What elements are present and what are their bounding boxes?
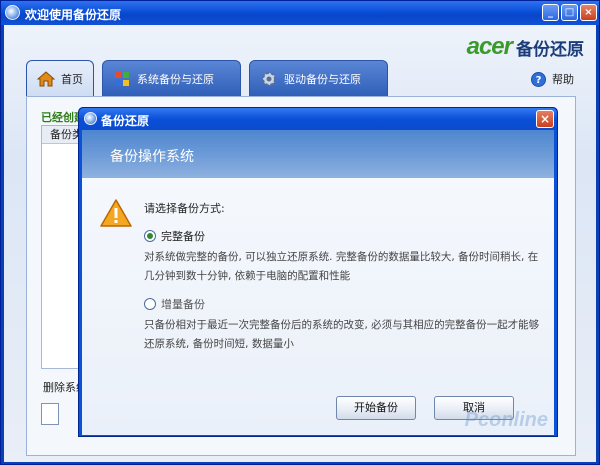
help-label: 帮助 [552,73,574,86]
option-full-backup[interactable]: 完整备份 对系统做完整的备份, 可以独立还原系统. 完整备份的数据量比较大, 备… [144,228,544,286]
dialog-close-button[interactable]: × [536,110,554,128]
tab-label: 首页 [61,72,83,86]
option-description: 对系统做完整的备份, 可以独立还原系统. 完整备份的数据量比较大, 备份时间稍长… [144,251,539,282]
help-icon: ? [531,71,546,87]
tab-label: 系统备份与还原 [137,72,214,86]
dialog-titlebar[interactable]: 备份还原 × [79,108,557,130]
dialog-header: 备份操作系统 [82,130,554,178]
option-label: 增量备份 [161,298,205,311]
dialog-heading: 备份操作系统 [110,149,194,165]
incremental-backup-radio[interactable] [144,298,156,310]
tab-home[interactable]: 首页 [26,60,94,96]
tab-bar: 首页 系统备份与还原 驱动备份与还原 [26,60,388,96]
product-name: 备份还原 [516,39,584,60]
help-link[interactable]: ? 帮助 [531,71,574,87]
backup-method-prompt: 请选择备份方式: [144,202,225,215]
acer-logo: acer [466,33,513,60]
start-backup-button[interactable]: 开始备份 [336,396,416,420]
dialog-title: 备份还原 [101,114,150,128]
dialog-app-icon [84,112,97,125]
gear-icon [260,70,278,88]
option-description: 只备份相对于最近一次完整备份后的系统的改变, 必须与其相应的完整备份一起才能够还… [144,319,540,350]
tab-label: 驱动备份与还原 [284,72,361,86]
watermark-logo: Pconline [464,409,548,431]
window-titlebar[interactable]: 欢迎使用备份还原 _ □ × [1,1,599,25]
option-label: 完整备份 [161,230,205,243]
tab-system-backup[interactable]: 系统备份与还原 [102,60,241,96]
warning-icon [100,198,132,228]
windows-icon [113,70,131,88]
window-title: 欢迎使用备份还原 [25,8,122,22]
minimize-button[interactable]: _ [542,4,559,21]
home-icon [36,70,56,88]
maximize-button[interactable]: □ [561,4,578,21]
document-icon[interactable] [41,403,59,425]
dialog-content: 请选择备份方式: 完整备份 对系统做完整的备份, 可以独立还原系统. 完整备份的… [82,178,554,435]
option-incremental-backup[interactable]: 增量备份 只备份相对于最近一次完整备份后的系统的改变, 必须与其相应的完整备份一… [144,296,544,354]
dialog-body: 备份操作系统 请选择备份方式: 完整备份 对系统做完整的备份, 可以独立还原系统… [82,130,554,435]
full-backup-radio[interactable] [144,230,156,242]
brand: acer 备份还原 [467,33,584,61]
tab-driver-backup[interactable]: 驱动备份与还原 [249,60,388,96]
backup-dialog: 备份还原 × 备份操作系统 请选择备份方式: 完整备份 对系统做完整的备份, 可… [78,107,558,437]
window-close-button[interactable]: × [580,4,597,21]
app-icon [5,5,20,20]
